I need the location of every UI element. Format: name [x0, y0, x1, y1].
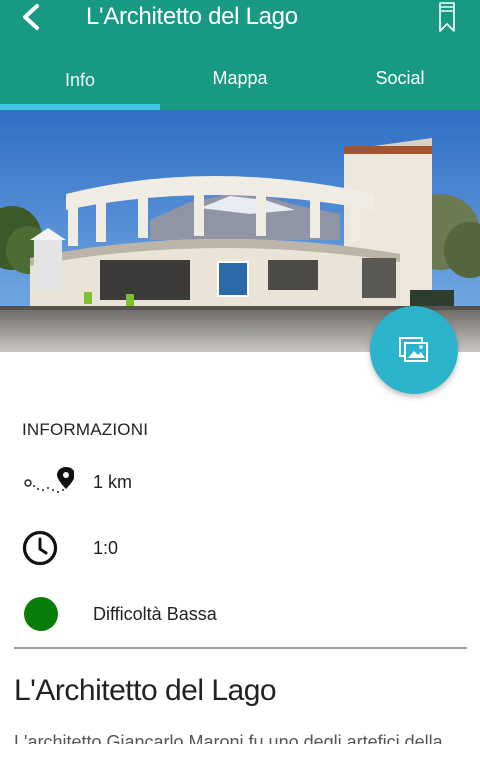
- content-description: L'architetto Giancarlo Maroni fu uno deg…: [14, 732, 443, 744]
- difficulty-dot-icon: [24, 597, 58, 631]
- app-bar: L'Architetto del Lago Info Mappa Social: [0, 0, 480, 110]
- bookmark-button[interactable]: [430, 0, 464, 34]
- chevron-left-icon: [23, 4, 39, 30]
- page-title: L'Architetto del Lago: [86, 3, 298, 30]
- gallery-button[interactable]: [370, 306, 458, 394]
- difficulty-row: Difficoltà Bassa: [0, 594, 480, 634]
- duration-value: 1:0: [93, 538, 119, 558]
- tab-mappa[interactable]: Mappa: [160, 56, 320, 110]
- tab-social[interactable]: Social: [320, 56, 480, 110]
- info-section-label: INFORMAZIONI: [22, 420, 149, 439]
- route-distance-icon: [24, 467, 74, 493]
- divider: [14, 647, 467, 649]
- back-button[interactable]: [14, 2, 48, 32]
- tab-info[interactable]: Info: [0, 56, 160, 110]
- distance-value: 1 km: [93, 472, 133, 492]
- tab-social-label: Social: [375, 68, 425, 88]
- difficulty-value: Difficoltà Bassa: [93, 604, 217, 624]
- tab-info-label: Info: [64, 70, 96, 90]
- duration-row: 1:0: [0, 528, 480, 568]
- bookmark-icon: [439, 2, 455, 32]
- distance-row: 1 km: [0, 462, 480, 502]
- photo-gallery-icon: [399, 337, 428, 362]
- tab-bar: Info Mappa Social: [0, 56, 480, 110]
- clock-icon: [22, 530, 58, 566]
- tab-mappa-label: Mappa: [212, 68, 268, 88]
- content-title: L'Architetto del Lago: [14, 674, 277, 707]
